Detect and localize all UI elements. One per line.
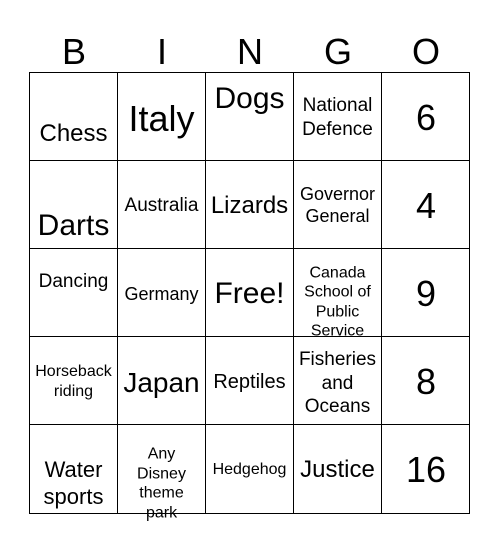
bingo-cell-label: Free!	[214, 277, 285, 310]
bingo-cell[interactable]: Water sports	[30, 425, 118, 513]
bingo-cell-label: Chess	[39, 120, 108, 147]
bingo-cell[interactable]: Horseback riding	[30, 337, 118, 425]
bingo-cell-label: Japan	[123, 367, 200, 398]
bingo-cell[interactable]: Governor General	[294, 161, 382, 249]
bingo-cell[interactable]: Germany	[118, 249, 206, 337]
bingo-cell[interactable]: Chess	[30, 73, 118, 161]
bingo-cell[interactable]: 9	[382, 249, 470, 337]
bingo-card-grid: Chess Italy Dogs National Defence 6 Darts Aust…	[29, 72, 470, 522]
bingo-cell[interactable]: Australia	[118, 161, 206, 249]
header-letter-i: I	[156, 31, 167, 72]
bingo-cell[interactable]: Darts	[30, 161, 118, 249]
bingo-cell-label: Fisheries and Oceans	[298, 348, 377, 417]
bingo-cell-label: Justice	[300, 456, 375, 483]
header-letter-n: N	[237, 31, 263, 72]
bingo-cell-label: Horseback riding	[35, 363, 112, 400]
bingo-cell-label: 4	[415, 185, 437, 226]
bingo-cell-label: Germany	[124, 284, 199, 304]
header-letter-g: G	[323, 31, 352, 72]
bingo-cell[interactable]: Justice	[294, 425, 382, 513]
bingo-cell[interactable]: Lizards	[206, 161, 294, 249]
bingo-cell-label: Lizards	[210, 192, 289, 219]
bingo-cell[interactable]: Italy	[118, 73, 206, 161]
bingo-cell-label: Australia	[124, 195, 199, 216]
bingo-cell-label: Hedgehog	[212, 461, 287, 478]
bingo-cell-label: Reptiles	[213, 371, 286, 393]
header-letter-b: B	[61, 31, 86, 72]
bingo-cell-label: Dogs	[214, 82, 285, 115]
bingo-cell[interactable]: Any Disney theme park	[118, 425, 206, 522]
bingo-cell-label: Darts	[37, 209, 110, 242]
bingo-cell[interactable]: 16	[382, 425, 470, 513]
bingo-cell-label: Dancing	[38, 271, 109, 292]
bingo-cell[interactable]: Reptiles	[206, 337, 294, 425]
bingo-cell-label: 16	[405, 449, 447, 490]
bingo-cell-label: 6	[415, 97, 437, 138]
bingo-cell[interactable]: Hedgehog	[206, 425, 294, 513]
bingo-cell-label: Italy	[128, 98, 195, 139]
bingo-cell-label: Any Disney theme park	[137, 445, 186, 522]
bingo-cell[interactable]: 8	[382, 337, 470, 425]
bingo-cell[interactable]: Dogs	[206, 73, 294, 161]
bingo-cell-label: 9	[415, 273, 437, 314]
bingo-cell[interactable]: Free!	[206, 249, 294, 337]
header-letter-o: O	[411, 31, 440, 72]
bingo-cell-label: Water sports	[43, 457, 104, 509]
bingo-cell[interactable]: Japan	[118, 337, 206, 425]
bingo-cell[interactable]: National Defence	[294, 73, 382, 161]
bingo-cell-label: National Defence	[302, 95, 373, 140]
bingo-cell-label: Canada School of Public Service	[304, 264, 371, 340]
bingo-cell[interactable]: Canada School of Public Service	[294, 249, 382, 340]
bingo-cell-label: 8	[415, 361, 437, 402]
bingo-cell[interactable]: 6	[382, 73, 470, 161]
bingo-cell[interactable]: 4	[382, 161, 470, 249]
bingo-cell-label: Governor General	[299, 184, 376, 226]
bingo-cell[interactable]: Dancing	[30, 249, 118, 337]
bingo-cell[interactable]: Fisheries and Oceans	[294, 337, 382, 425]
